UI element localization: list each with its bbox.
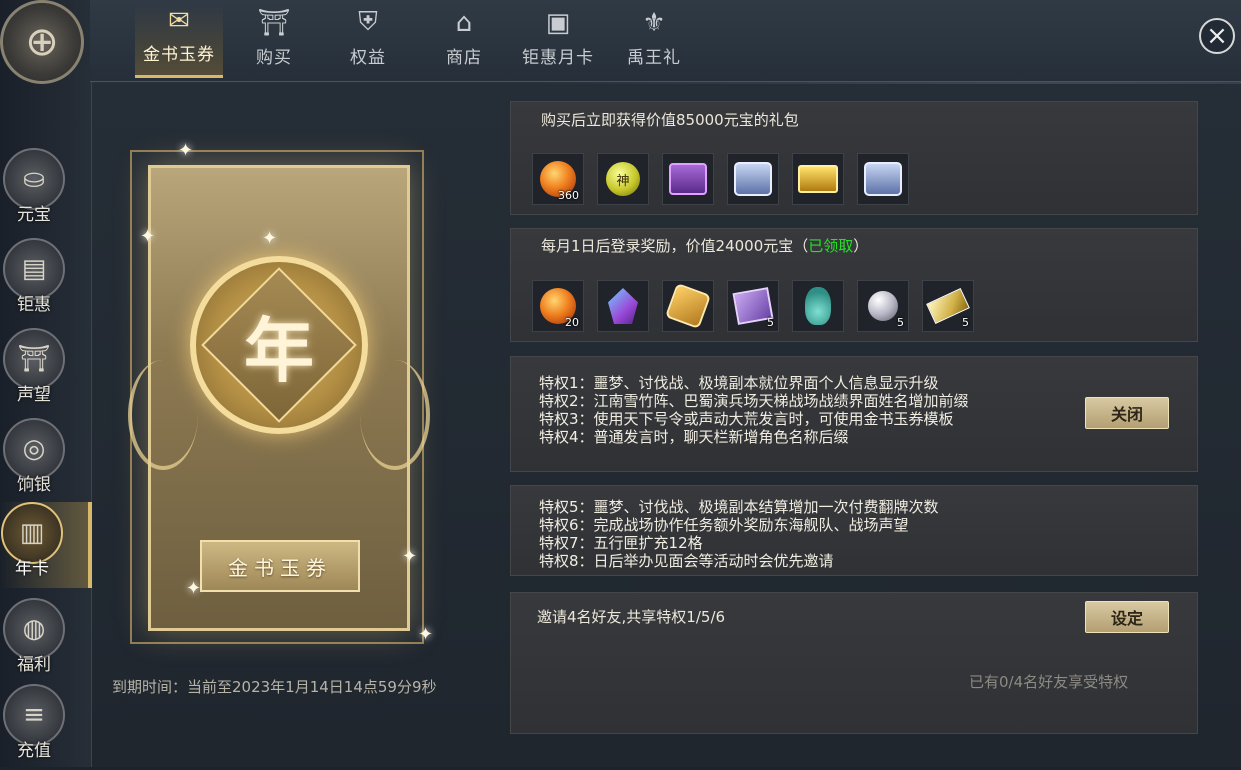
item-count: 20 [565, 316, 579, 329]
close-privilege-button[interactable]: 关闭 [1085, 397, 1169, 429]
gate-icon: ⛩ [257, 7, 291, 38]
tab-monthly-card[interactable]: ▣ 钜惠月卡 [514, 4, 602, 78]
top-tab-bar: ✉ 金书玉券 ⛩ 购买 ⛨ 权益 ⌂ 商店 ▣ 钜惠月卡 ⚜ 禹王礼 × [90, 0, 1241, 82]
monthly-title-suffix: ） [853, 237, 869, 255]
card-icon: ▣ [545, 7, 571, 38]
invite-panel-title: 邀请4名好友,共享特权1/5/6 [537, 608, 726, 626]
sparkle-icon: ✦ [178, 140, 194, 161]
tab-label: 商店 [446, 48, 482, 68]
invite-status: 已有0/4名好友享受特权 [969, 673, 1129, 691]
sidebar-item-yuanbao[interactable]: ⛀ 元宝 [0, 148, 92, 234]
sparkle-icon: ✦ [418, 624, 434, 645]
gold-token-icon[interactable] [662, 280, 714, 332]
set-invite-button[interactable]: 设定 [1085, 601, 1169, 633]
card-ornament-right [360, 360, 430, 470]
close-icon[interactable]: × [1199, 18, 1235, 54]
sparkle-icon: ✦ [262, 228, 278, 249]
tab-label: 禹王礼 [627, 48, 681, 68]
gold-chest-icon[interactable] [792, 153, 844, 205]
card-plaque: 金书玉券 [200, 540, 360, 592]
card-emblem-char: 年 [244, 308, 314, 392]
gift-item-row: 360 神 [532, 153, 909, 205]
sparkle-icon: ✦ [186, 578, 202, 599]
pearl-icon[interactable]: 5 [857, 280, 909, 332]
item-count: 5 [897, 316, 904, 329]
privilege-line: 特权8：日后举办见面会等活动时会优先邀请 [539, 552, 834, 570]
invite-panel: 邀请4名好友,共享特权1/5/6 设定 已有0/4名好友享受特权 [510, 592, 1198, 734]
sidebar-item-label: 元宝 [17, 205, 51, 225]
crystal-icon[interactable] [597, 280, 649, 332]
item-count: 5 [767, 316, 774, 329]
blue-chest-icon[interactable] [857, 153, 909, 205]
privilege-line: 特权6：完成战场协作任务额外奖励东海舰队、战场声望 [539, 516, 909, 534]
sparkle-icon: ✦ [140, 226, 156, 247]
sidebar-item-xiangyin[interactable]: ◎ 饷银 [0, 418, 92, 504]
card-ornament-left [128, 360, 198, 470]
sidebar-item-label: 充值 [17, 741, 51, 761]
expire-time: 到期时间：当前至2023年1月14日14点59分9秒 [112, 678, 437, 696]
side-menu: ⊕ ⛀ 元宝 ▤ 钜惠 ⛩ 声望 ◎ 饷银 ▥ 年卡 ◍ 福利 ≡ 充值 [0, 0, 92, 767]
item-count: 360 [558, 189, 579, 202]
sidebar-item-label: 声望 [17, 385, 51, 405]
privilege-line: 特权3：使用天下号令或声动大荒发言时，可使用金书玉券模板 [539, 410, 954, 428]
shield-icon: ⛨ [358, 7, 378, 37]
fire-orb-icon[interactable]: 360 [532, 153, 584, 205]
sidebar-item-annual-card[interactable]: ▥ 年卡 [0, 502, 92, 588]
sidebar-item-recharge[interactable]: ≡ 充值 [0, 684, 92, 770]
monthly-panel-title: 每月1日后登录奖励，价值24000元宝（已领取） [541, 235, 868, 256]
privileges-panel-a: 特权1：噩梦、讨伐战、极境副本就位界面个人信息显示升级 特权2：江南雪竹阵、巴蜀… [510, 356, 1198, 472]
tab-label: 购买 [256, 48, 292, 68]
gift-panel-title: 购买后立即获得价值85000元宝的礼包 [541, 111, 799, 129]
jade-vase-icon[interactable] [792, 280, 844, 332]
scroll-icon: ✉ [168, 6, 190, 36]
sidebar-item-label: 年卡 [15, 559, 49, 579]
privileges-panel-b: 特权5：噩梦、讨伐战、极境副本结算增加一次付费翻牌次数 特权6：完成战场协作任务… [510, 485, 1198, 576]
fire-orb-icon[interactable]: 20 [532, 280, 584, 332]
tab-label: 权益 [350, 48, 386, 68]
monthly-item-row: 20 5 5 5 [532, 280, 974, 332]
sidebar-item-label: 福利 [17, 655, 51, 675]
tab-yuwang-gift[interactable]: ⚜ 禹王礼 [610, 4, 698, 78]
crest-icon: ⚜ [642, 7, 666, 38]
claimed-status: 已领取 [808, 237, 854, 255]
tab-label: 金书玉券 [143, 45, 215, 65]
tab-benefits[interactable]: ⛨ 权益 [324, 4, 412, 78]
privilege-line: 特权1：噩梦、讨伐战、极境副本就位界面个人信息显示升级 [539, 374, 939, 392]
item-glyph: 神 [606, 162, 640, 196]
privilege-line: 特权4：普通发言时，聊天栏新增角色名称后缀 [539, 428, 849, 446]
god-orb-icon[interactable]: 神 [597, 153, 649, 205]
gift-panel: 购买后立即获得价值85000元宝的礼包 360 神 [510, 101, 1198, 215]
purple-scroll-icon[interactable]: 5 [727, 280, 779, 332]
privilege-list: 特权1：噩梦、讨伐战、极境副本就位界面个人信息显示升级 特权2：江南雪竹阵、巴蜀… [539, 374, 969, 446]
tab-shop[interactable]: ⌂ 商店 [420, 4, 508, 78]
game-logo-icon[interactable]: ⊕ [0, 0, 84, 84]
tab-buy[interactable]: ⛩ 购买 [230, 4, 318, 78]
gold-bar-icon[interactable]: 5 [922, 280, 974, 332]
privilege-list: 特权5：噩梦、讨伐战、极境副本结算增加一次付费翻牌次数 特权6：完成战场协作任务… [539, 498, 939, 570]
privilege-line: 特权2：江南雪竹阵、巴蜀演兵场天梯战场战绩界面姓名增加前缀 [539, 392, 969, 410]
monthly-reward-panel: 每月1日后登录奖励，价值24000元宝（已领取） 20 5 5 5 [510, 228, 1198, 342]
sparkle-icon: ✦ [402, 546, 418, 567]
sidebar-item-fuli[interactable]: ◍ 福利 [0, 598, 92, 684]
item-count: 5 [962, 316, 969, 329]
shop-icon: ⌂ [455, 7, 473, 38]
sidebar-item-label: 饷银 [17, 475, 51, 495]
sidebar-item-shengwang[interactable]: ⛩ 声望 [0, 328, 92, 414]
purple-chest-icon[interactable] [662, 153, 714, 205]
sidebar-item-juhui[interactable]: ▤ 钜惠 [0, 238, 92, 324]
sidebar-item-label: 钜惠 [17, 295, 51, 315]
tab-jinshu-yuquan[interactable]: ✉ 金书玉券 [135, 4, 223, 78]
tab-label: 钜惠月卡 [522, 48, 594, 68]
monthly-title-text: 每月1日后登录奖励，价值24000元宝（ [541, 237, 809, 255]
privilege-line: 特权5：噩梦、讨伐战、极境副本结算增加一次付费翻牌次数 [539, 498, 939, 516]
blue-chest-icon[interactable] [727, 153, 779, 205]
privilege-line: 特权7：五行匣扩充12格 [539, 534, 703, 552]
